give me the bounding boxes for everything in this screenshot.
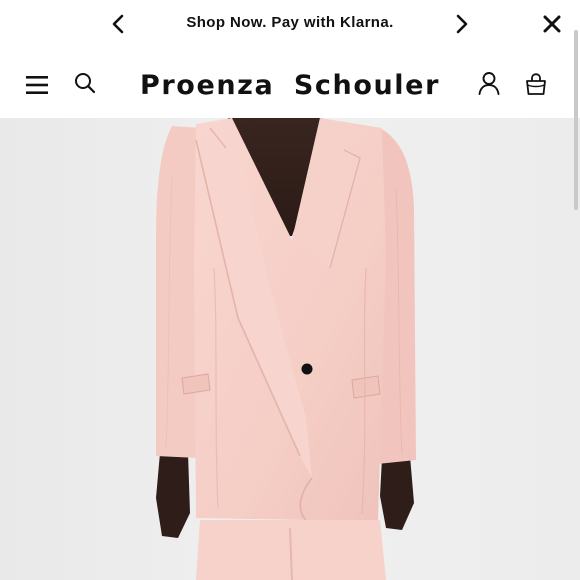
site-header: Proenza Schouler — [0, 48, 580, 118]
product-hero-image[interactable] — [0, 118, 580, 580]
promo-prev-button[interactable] — [104, 10, 132, 38]
shopping-bag-button[interactable] — [520, 68, 552, 100]
chevron-right-icon — [456, 14, 468, 34]
close-icon — [543, 15, 561, 33]
search-button[interactable] — [70, 68, 100, 98]
promo-message[interactable]: Shop Now. Pay with Klarna. — [140, 14, 440, 31]
model-in-pink-blazer-illustration — [0, 118, 580, 580]
scrollbar-thumb[interactable] — [574, 30, 578, 210]
brand-word-schouler: Schouler — [293, 69, 440, 101]
promo-next-button[interactable] — [448, 10, 476, 38]
shopping-bag-icon — [526, 73, 546, 95]
account-button[interactable] — [474, 68, 504, 98]
brand-logo[interactable]: Proenza Schouler — [140, 68, 440, 102]
chevron-left-icon — [112, 14, 124, 34]
brand-word-proenza: Proenza — [140, 69, 275, 101]
menu-button[interactable] — [22, 70, 52, 100]
user-icon — [478, 72, 500, 95]
promo-bar: Shop Now. Pay with Klarna. — [0, 0, 580, 48]
hamburger-menu-icon — [26, 76, 48, 94]
promo-close-button[interactable] — [538, 10, 566, 38]
search-icon — [75, 73, 96, 94]
